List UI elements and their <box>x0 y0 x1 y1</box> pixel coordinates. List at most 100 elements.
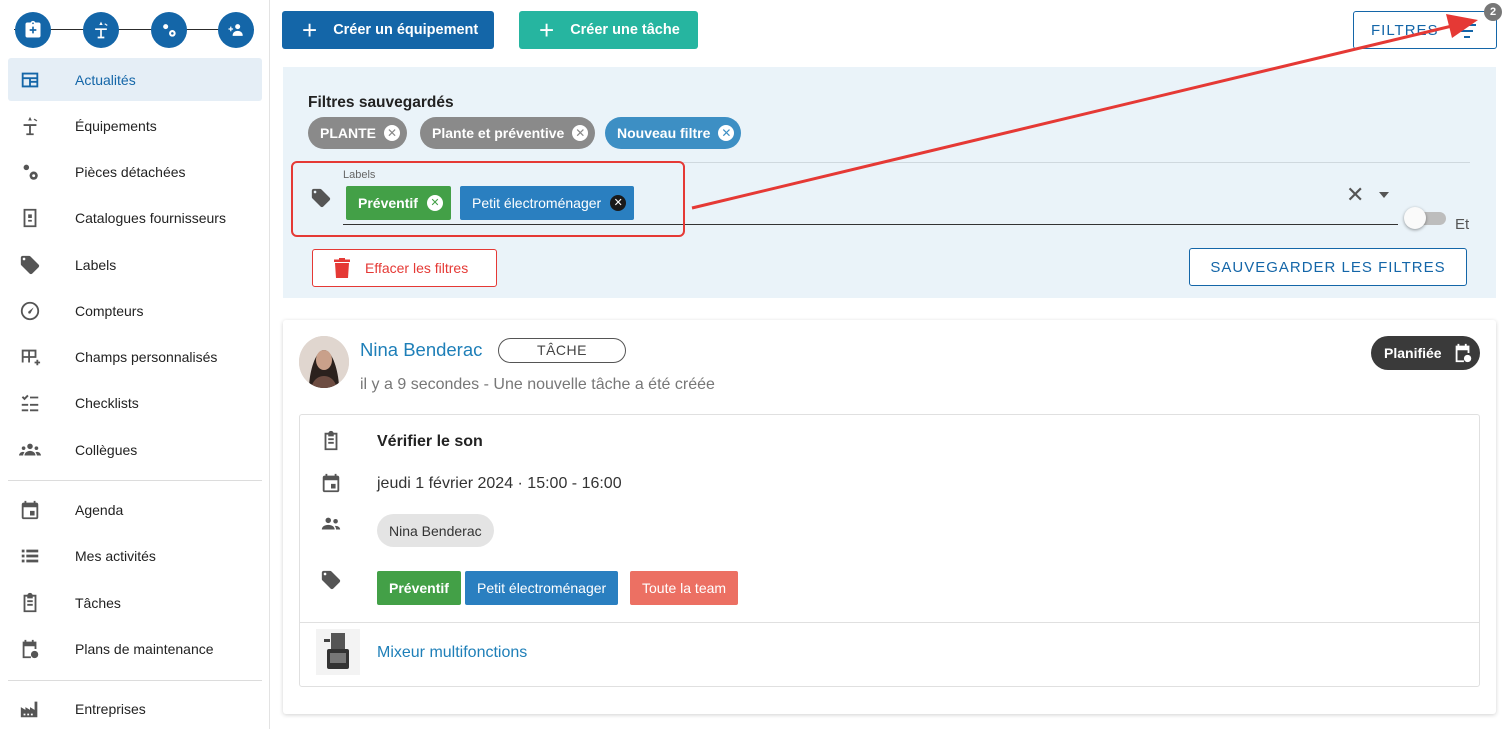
sidebar-item-labels[interactable]: Labels <box>8 243 262 286</box>
task-title[interactable]: Vérifier le son <box>377 433 483 451</box>
sidebar-item-equipements[interactable]: Équipements <box>8 104 262 147</box>
calendar-clock-icon <box>1455 343 1471 363</box>
sidebar-item-label: Pièces détachées <box>75 163 186 180</box>
task-details: Vérifier le son jeudi 1 février 2024 · 1… <box>299 414 1480 687</box>
assignee-chip[interactable]: Nina Benderac <box>377 514 494 547</box>
list-icon <box>8 544 52 568</box>
highlight-box <box>291 161 685 237</box>
toggle-knob[interactable] <box>1404 207 1426 229</box>
sidebar: Actualités Équipements Pièces détachées … <box>0 0 270 729</box>
filter-panel: Filtres sauvegardés PLANTE ✕ Plante et p… <box>283 67 1496 298</box>
equipment-link[interactable]: Mixeur multifonctions <box>377 644 527 662</box>
sidebar-item-label: Mes activités <box>75 547 156 564</box>
news-icon <box>8 68 52 92</box>
saved-filter-label: Plante et préventive <box>432 125 565 141</box>
sidebar-item-activites[interactable]: Mes activités <box>8 534 262 577</box>
activity-subtitle: il y a 9 secondes - Une nouvelle tâche a… <box>360 376 715 393</box>
status-badge: Planifiée <box>1371 336 1480 370</box>
sidebar-item-label: Checklists <box>75 394 139 411</box>
filters-label: FILTRES <box>1371 21 1439 39</box>
sidebar-item-label: Labels <box>75 256 117 273</box>
sidebar-item-label: Agenda <box>75 501 124 518</box>
and-toggle-label: Et <box>1455 216 1470 233</box>
sidebar-item-collegues[interactable]: Collègues <box>8 428 262 471</box>
plus-icon: + <box>539 15 555 45</box>
save-filters-label: SAUVEGARDER LES FILTRES <box>1210 258 1446 276</box>
filters-count-badge: 2 <box>1484 3 1502 21</box>
saved-filter-label: Nouveau filtre <box>617 125 711 141</box>
status-label: Planifiée <box>1384 345 1442 361</box>
saved-filter-chip[interactable]: PLANTE ✕ <box>308 117 407 149</box>
saved-filters-title: Filtres sauvegardés <box>308 94 454 111</box>
sidebar-item-agenda[interactable]: Agenda <box>8 488 262 531</box>
author-name[interactable]: Nina Benderac <box>360 339 482 361</box>
close-icon[interactable]: ✕ <box>718 125 735 141</box>
clear-filters-button[interactable]: Effacer les filtres <box>312 249 497 287</box>
trash-icon <box>334 258 350 278</box>
create-equipment-label: Créer un équipement <box>333 22 479 38</box>
close-icon[interactable]: ✕ <box>384 125 400 141</box>
sidebar-divider <box>8 680 262 681</box>
close-icon[interactable]: ✕ <box>572 125 589 141</box>
sidebar-item-label: Plans de maintenance <box>75 640 214 657</box>
sidebar-item-label: Catalogues fournisseurs <box>75 209 226 226</box>
create-task-label: Créer une tâche <box>570 22 680 38</box>
blender-image <box>324 633 349 669</box>
filters-button[interactable]: FILTRES <box>1353 11 1497 49</box>
factory-icon <box>8 697 52 721</box>
task-label-chip[interactable]: Préventif <box>377 571 461 605</box>
equipment-icon <box>8 114 52 138</box>
create-equipment-button[interactable]: + Créer un équipement <box>282 11 494 49</box>
task-label-chip[interactable]: Toute la team <box>630 571 739 605</box>
plus-icon: + <box>302 15 318 45</box>
calendar-icon <box>320 472 342 499</box>
sidebar-item-checklists[interactable]: Checklists <box>8 381 262 424</box>
quick-create-equipment-button[interactable] <box>83 12 119 48</box>
sidebar-item-compteurs[interactable]: Compteurs <box>8 289 262 332</box>
task-date: jeudi 1 février 2024 · 15:00 - 16:00 <box>377 475 622 492</box>
saved-filter-chip[interactable]: Nouveau filtre ✕ <box>605 117 742 149</box>
save-filters-button[interactable]: SAUVEGARDER LES FILTRES <box>1189 248 1467 286</box>
clipboard-plus-icon <box>25 20 41 38</box>
details-divider <box>300 622 1479 623</box>
sidebar-item-label: Actualités <box>75 71 136 88</box>
quick-create-task-button[interactable] <box>15 12 51 48</box>
sidebar-item-champs[interactable]: Champs personnalisés <box>8 335 262 378</box>
people-icon <box>320 513 342 540</box>
quick-add-colleague-button[interactable] <box>218 12 254 48</box>
people-icon <box>8 438 52 462</box>
equipment-thumbnail[interactable] <box>316 629 360 675</box>
sidebar-item-plans[interactable]: Plans de maintenance <box>8 627 262 670</box>
equipment-icon <box>95 21 108 39</box>
sidebar-divider <box>8 480 262 481</box>
sidebar-item-label: Tâches <box>75 594 121 611</box>
chevron-down-icon[interactable] <box>1379 192 1389 198</box>
sidebar-item-catalogues[interactable]: Catalogues fournisseurs <box>8 196 262 239</box>
tag-icon <box>8 253 52 277</box>
calendar-clock-icon <box>8 637 52 661</box>
clear-selection-icon[interactable]: ✕ <box>1346 182 1364 208</box>
catalog-icon <box>8 206 52 230</box>
quick-create-part-button[interactable] <box>151 12 187 48</box>
sidebar-item-pieces[interactable]: Pièces détachées <box>8 150 262 193</box>
sidebar-item-label: Entreprises <box>75 700 146 717</box>
filter-lines-icon <box>1458 24 1476 38</box>
task-label-chip[interactable]: Petit électroménager <box>465 571 619 605</box>
saved-filter-chip[interactable]: Plante et préventive ✕ <box>420 117 596 149</box>
create-task-button[interactable]: + Créer une tâche <box>519 11 698 49</box>
sidebar-item-actualites[interactable]: Actualités <box>8 58 262 101</box>
clear-filters-label: Effacer les filtres <box>365 260 469 276</box>
gauge-icon <box>8 299 52 323</box>
sidebar-item-label: Équipements <box>75 117 157 134</box>
avatar[interactable] <box>299 336 349 388</box>
saved-filter-label: PLANTE <box>320 125 376 141</box>
sidebar-item-label: Collègues <box>75 441 138 458</box>
add-colleague-icon <box>228 24 243 36</box>
sidebar-item-entreprises[interactable]: Entreprises <box>8 687 262 730</box>
table-add-icon <box>8 345 52 369</box>
sidebar-item-taches[interactable]: Tâches <box>8 581 262 624</box>
clipboard-icon <box>320 430 342 457</box>
type-badge: TÂCHE <box>498 338 626 363</box>
gears-icon <box>8 160 52 184</box>
checklist-icon <box>8 391 52 415</box>
